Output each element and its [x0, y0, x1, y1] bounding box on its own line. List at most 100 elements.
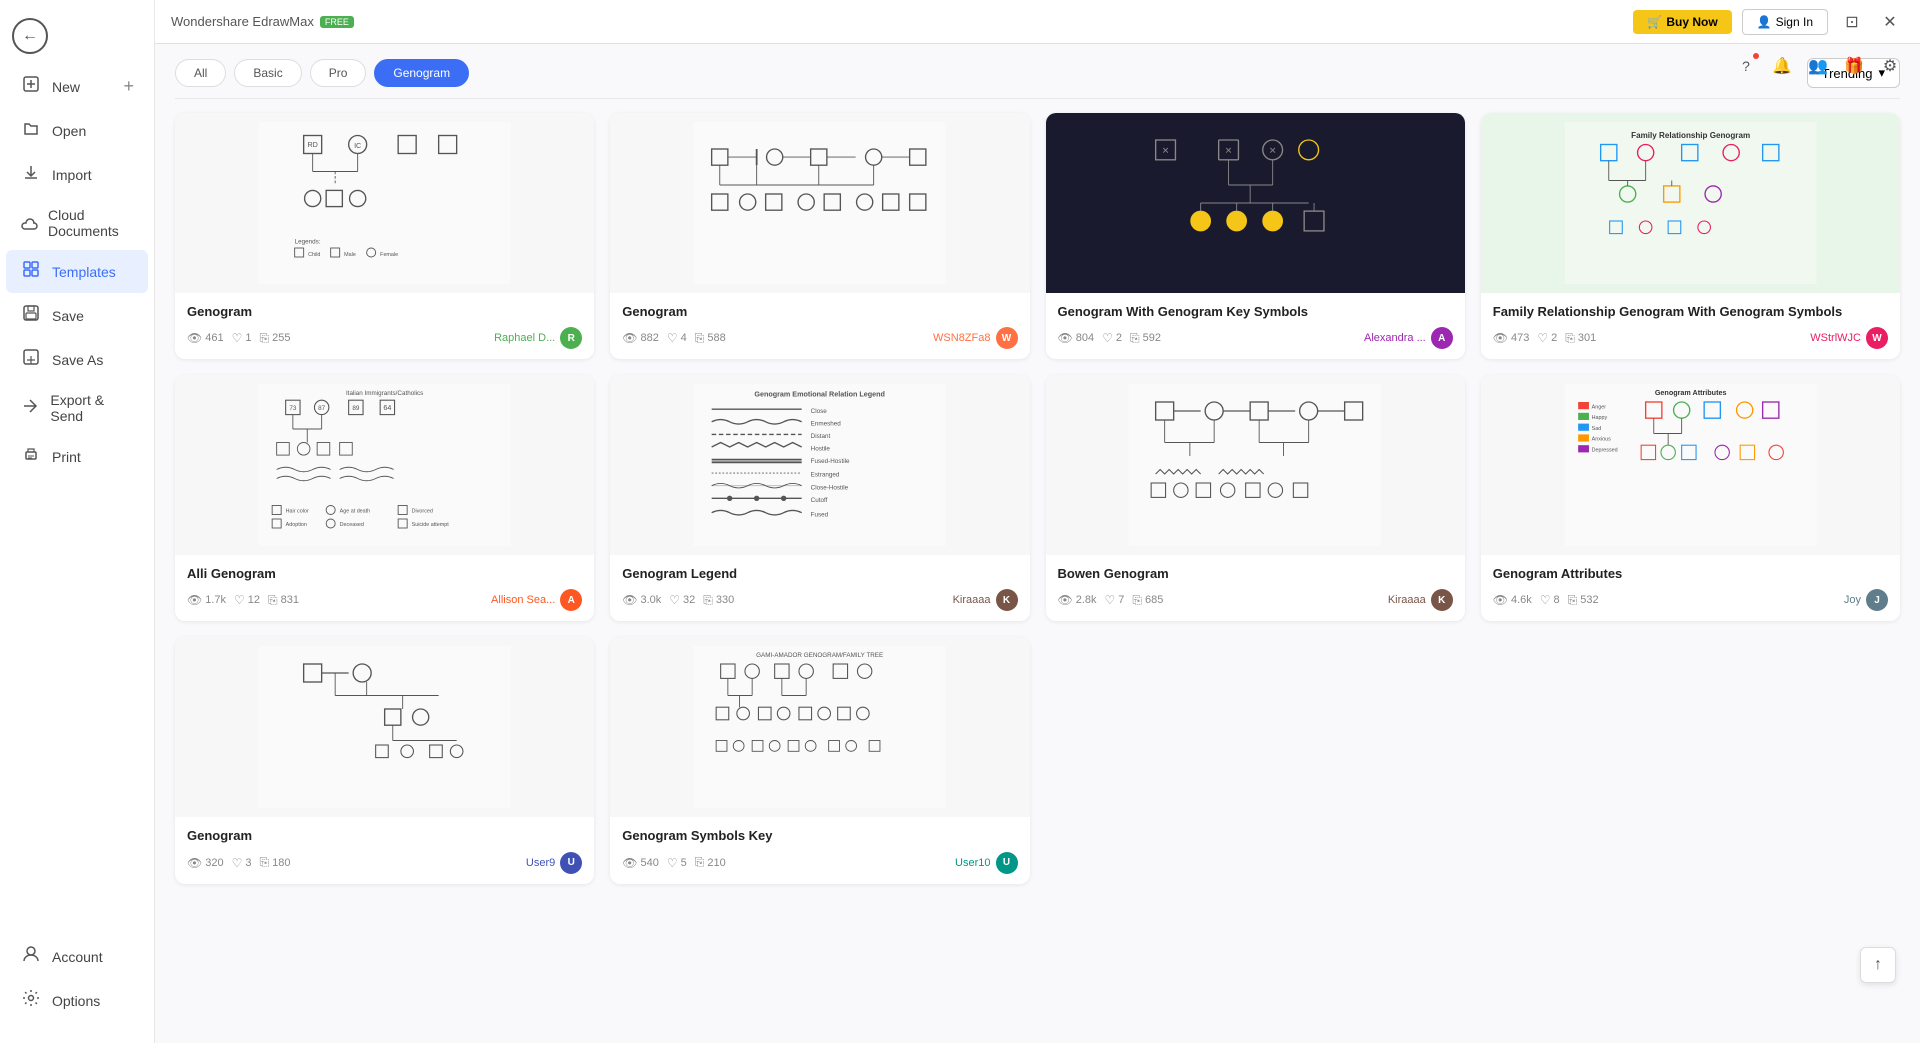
template-card[interactable]: GAMI-AMADOR GENOGRAM/FAMILY TREE [610, 637, 1029, 883]
template-card[interactable]: Family Relationship Genogram Fam [1481, 113, 1900, 359]
like-count: 7 [1118, 594, 1124, 606]
back-button[interactable]: ← [0, 8, 154, 64]
card-thumbnail: Family Relationship Genogram [1481, 113, 1900, 293]
buy-now-button[interactable]: 🛒 Buy Now [1633, 10, 1731, 34]
card-meta: 👁 2.8k ♡ 7 ⎘ 685 Kiraaaa K [1058, 589, 1453, 611]
account-icon [20, 945, 42, 968]
copy-icon: ⎘ [695, 855, 705, 870]
heart-icon: ♡ [1540, 593, 1551, 607]
template-card[interactable]: Genogram Emotional Relation Legend Close… [610, 375, 1029, 621]
card-body: Genogram Attributes 👁 4.6k ♡ 8 ⎘ 532 Joy… [1481, 555, 1900, 621]
copy-count: 831 [281, 594, 299, 606]
card-thumbnail: Italian Immigrants/Catholics 73 87 89 64 [175, 375, 594, 555]
filter-tab-basic[interactable]: Basic [234, 59, 301, 87]
sidebar-item-account[interactable]: Account [6, 935, 148, 978]
copy-icon: ⎘ [268, 593, 278, 608]
sidebar-item-templates[interactable]: Templates [6, 250, 148, 293]
card-author: Kiraaaa K [953, 589, 1018, 611]
copy-count: 301 [1578, 332, 1596, 344]
template-card[interactable]: ✕ ✕ ✕ Genogram With Genogram Key Symbols [1046, 113, 1465, 359]
svg-text:Suicide attempt: Suicide attempt [412, 522, 450, 528]
filter-tab-pro[interactable]: Pro [310, 59, 367, 87]
like-stat: ♡ 3 [232, 856, 252, 870]
card-body: Genogram Legend 👁 3.0k ♡ 32 ⎘ 330 Kiraaa… [610, 555, 1029, 621]
template-card[interactable]: Genogram Attributes Anger Happy Sad Anxi… [1481, 375, 1900, 621]
like-count: 32 [683, 594, 695, 606]
copy-count: 255 [272, 332, 290, 344]
sidebar-item-label: Export & Send [50, 392, 134, 424]
card-author: Alexandra ... A [1364, 327, 1453, 349]
view-stat: 👁 320 [187, 856, 224, 870]
template-card[interactable]: Genogram 👁 320 ♡ 3 ⎘ 180 User9 U [175, 637, 594, 883]
svg-text:87: 87 [318, 405, 326, 412]
template-card[interactable]: Bowen Genogram 👁 2.8k ♡ 7 ⎘ 685 Kiraaaa … [1046, 375, 1465, 621]
author-avatar: A [560, 589, 582, 611]
heart-icon: ♡ [667, 856, 678, 870]
like-count: 1 [245, 332, 251, 344]
card-author: WStrlWJC W [1810, 327, 1888, 349]
settings-icon[interactable]: ⚙ [1876, 52, 1904, 80]
sidebar-item-label: Save As [52, 352, 103, 368]
export-send-icon [20, 397, 40, 420]
card-title: Family Relationship Genogram With Genogr… [1493, 303, 1888, 321]
view-count: 461 [205, 332, 223, 344]
cards-grid: RD IC Legends: Child Male Female [175, 113, 1900, 884]
eye-icon: 👁 [1058, 331, 1073, 345]
scroll-to-top-button[interactable]: ↑ [1860, 947, 1896, 983]
copy-stat: ⎘ 532 [1568, 593, 1599, 608]
view-stat: 👁 2.8k [1058, 593, 1097, 607]
view-count: 4.6k [1511, 594, 1532, 606]
sidebar-item-new[interactable]: New + [6, 65, 148, 108]
sidebar-item-label: New [52, 79, 80, 95]
author-avatar: A [1431, 327, 1453, 349]
team-icon[interactable]: 👥 [1804, 52, 1832, 80]
svg-text:Age at death: Age at death [340, 509, 370, 515]
sign-in-button[interactable]: 👤 Sign In [1742, 9, 1828, 35]
heart-icon: ♡ [232, 856, 243, 870]
copy-icon: ⎘ [259, 331, 269, 346]
help-icon[interactable]: ? [1732, 52, 1760, 80]
heart-icon: ♡ [232, 331, 243, 345]
card-body: Genogram Symbols Key 👁 540 ♡ 5 ⎘ 210 Use… [610, 817, 1029, 883]
sidebar-item-cloud-documents[interactable]: Cloud Documents [6, 197, 148, 249]
copy-stat: ⎘ 301 [1565, 331, 1596, 346]
copy-stat: ⎘ 330 [703, 593, 734, 608]
eye-icon: 👁 [187, 856, 202, 870]
heart-icon: ♡ [234, 593, 245, 607]
like-count: 2 [1116, 332, 1122, 344]
close-button[interactable]: ✕ [1876, 8, 1904, 36]
sidebar-item-open[interactable]: Open [6, 109, 148, 152]
filter-tab-all[interactable]: All [175, 59, 226, 87]
svg-text:Close-Hostile: Close-Hostile [811, 484, 849, 491]
sidebar-item-label: Print [52, 449, 81, 465]
app-logo: Wondershare EdrawMax FREE [171, 14, 354, 29]
template-card[interactable]: Genogram 👁 882 ♡ 4 ⎘ 588 WSN8ZFa8 W [610, 113, 1029, 359]
card-author: Allison Sea... A [491, 589, 582, 611]
new-icon [20, 75, 42, 98]
svg-text:Family Relationship Genogram: Family Relationship Genogram [1631, 131, 1750, 140]
svg-text:Child: Child [308, 252, 320, 258]
svg-text:Italian Immigrants/Catholics: Italian Immigrants/Catholics [346, 390, 423, 397]
new-plus-icon[interactable]: + [123, 76, 134, 97]
restore-button[interactable]: ⊡ [1838, 8, 1866, 36]
sidebar-item-save[interactable]: Save [6, 294, 148, 337]
card-thumbnail: Genogram Emotional Relation Legend Close… [610, 375, 1029, 555]
card-meta: 👁 540 ♡ 5 ⎘ 210 User10 U [622, 852, 1017, 874]
copy-stat: ⎘ 831 [268, 593, 299, 608]
sidebar-item-save-as[interactable]: Save As [6, 338, 148, 381]
card-meta: 👁 4.6k ♡ 8 ⎘ 532 Joy J [1493, 589, 1888, 611]
template-card[interactable]: RD IC Legends: Child Male Female [175, 113, 594, 359]
author-avatar: K [1431, 589, 1453, 611]
sidebar-item-export-send[interactable]: Export & Send [6, 382, 148, 434]
sidebar-item-import[interactable]: Import [6, 153, 148, 196]
save-as-icon [20, 348, 42, 371]
author-name: Alexandra ... [1364, 332, 1426, 344]
gift-icon[interactable]: 🎁 [1840, 52, 1868, 80]
sidebar: ← New + Open Import Cloud Documents Temp… [0, 0, 155, 1043]
filter-tab-genogram[interactable]: Genogram [374, 59, 469, 87]
svg-text:Hair color: Hair color [286, 509, 309, 515]
notification-icon[interactable]: 🔔 [1768, 52, 1796, 80]
template-card[interactable]: Italian Immigrants/Catholics 73 87 89 64 [175, 375, 594, 621]
sidebar-item-options[interactable]: Options [6, 979, 148, 1022]
sidebar-item-print[interactable]: Print [6, 435, 148, 478]
